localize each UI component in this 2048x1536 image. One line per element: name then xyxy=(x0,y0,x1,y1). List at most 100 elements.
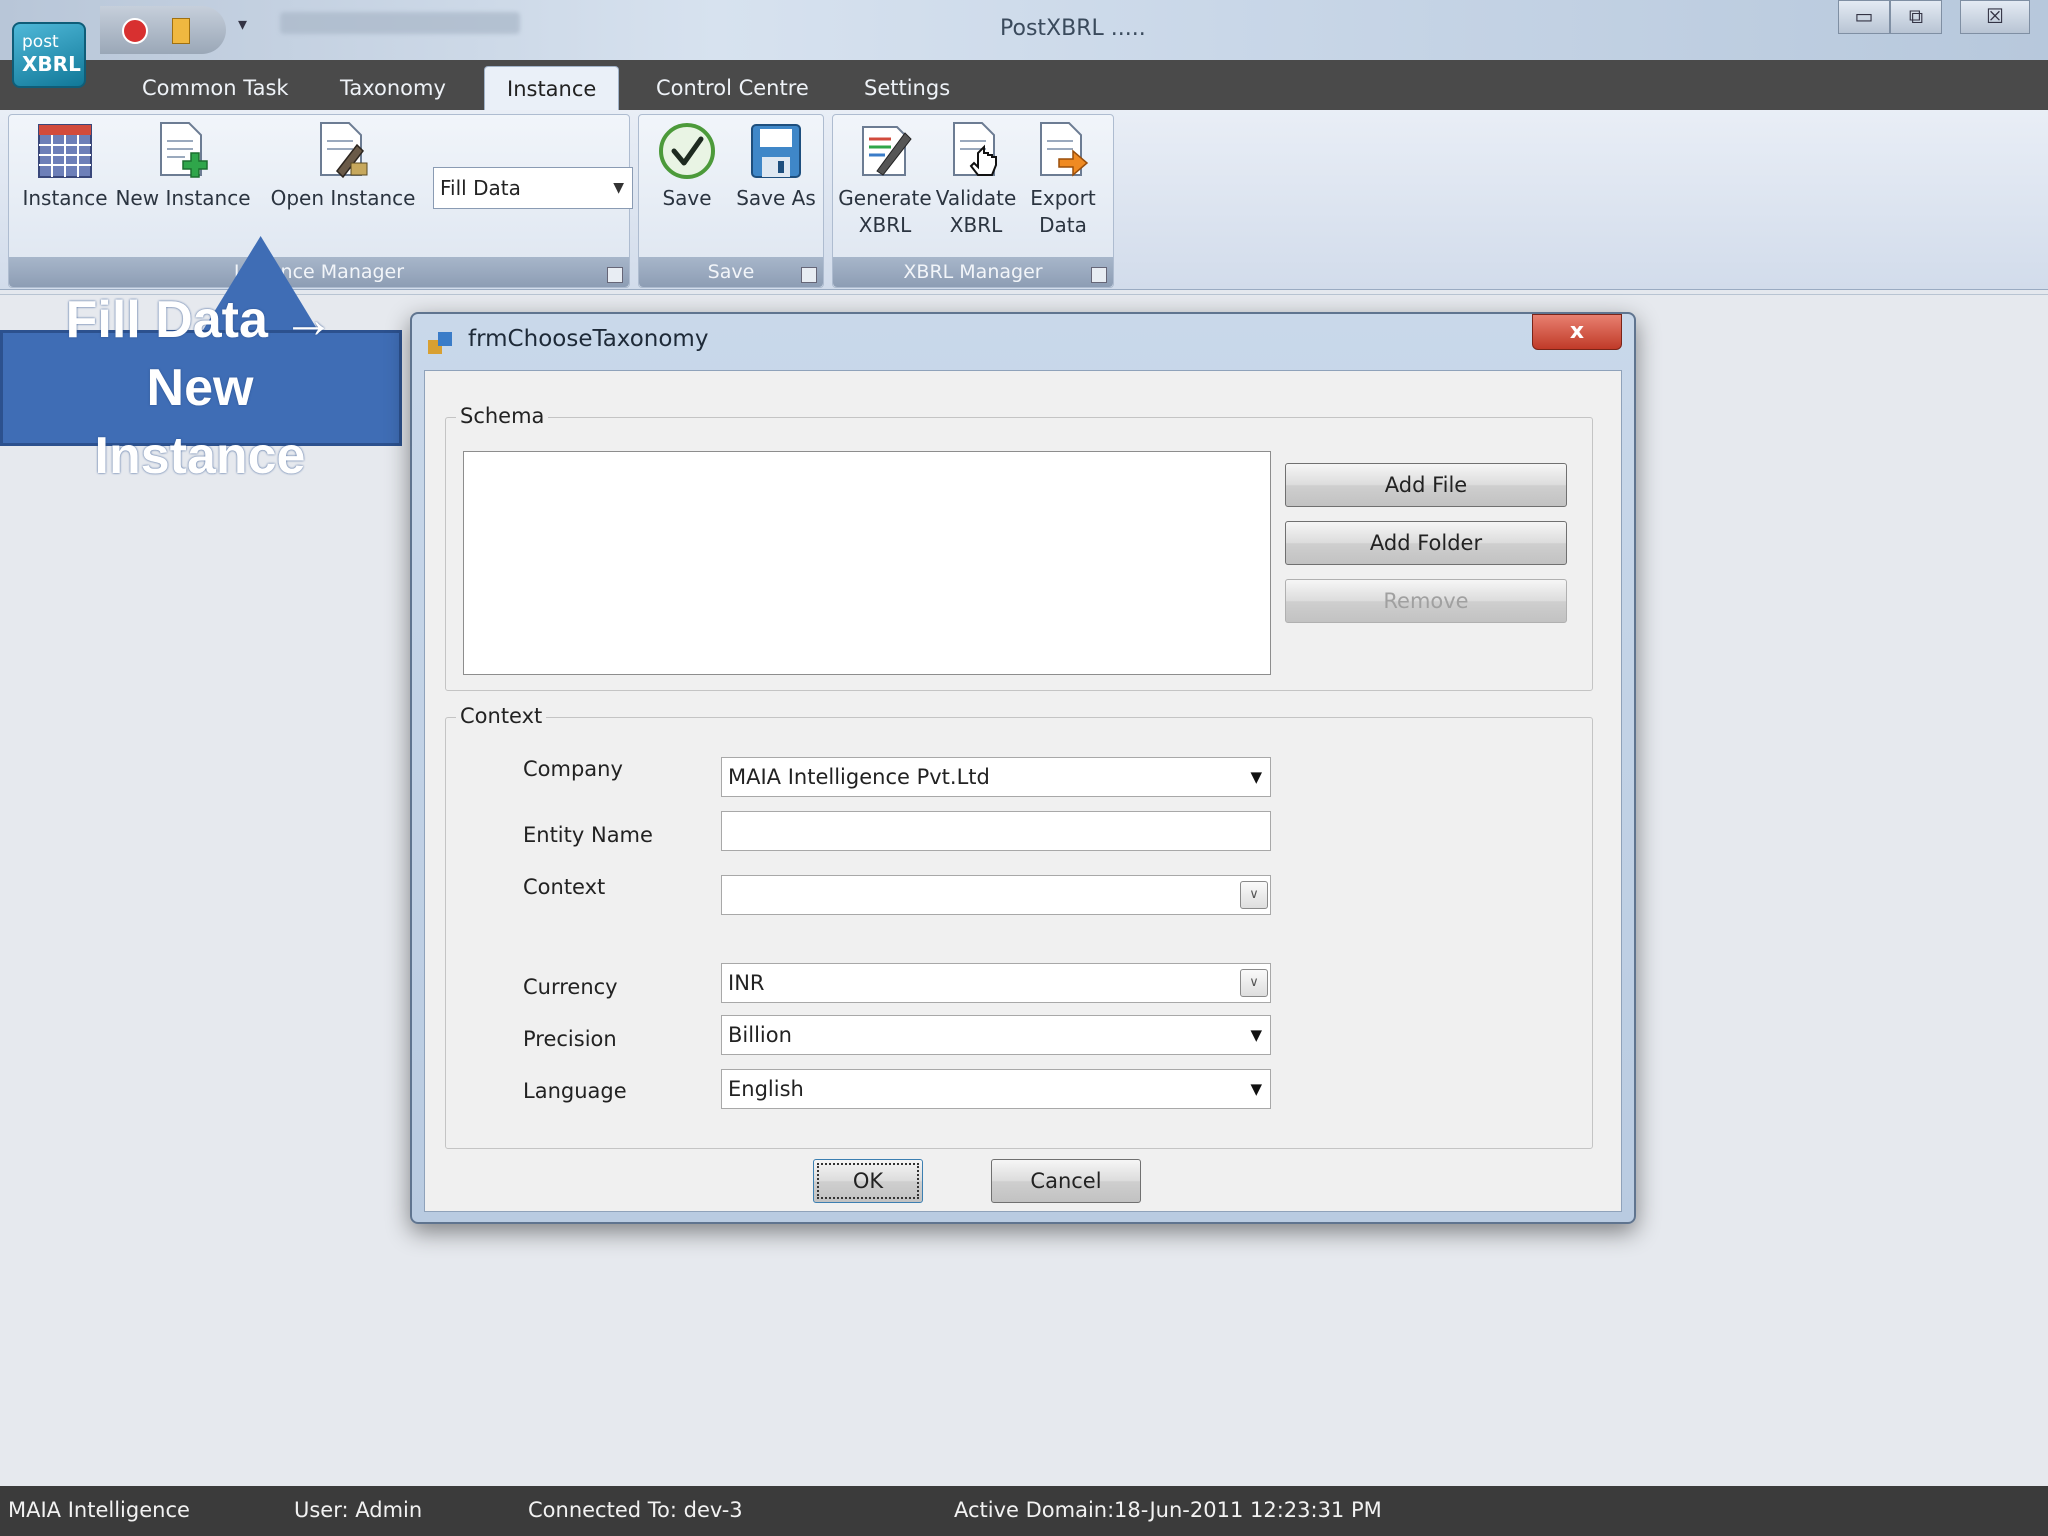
new-document-icon xyxy=(155,121,211,181)
note-icon[interactable] xyxy=(172,18,190,44)
status-organization: MAIA Intelligence xyxy=(8,1498,190,1522)
minimize-button[interactable]: ▭ xyxy=(1838,0,1890,34)
quick-access-toolbar xyxy=(100,6,226,54)
export-data-label-line1: Export xyxy=(1030,186,1096,210)
precision-label: Precision xyxy=(523,1027,617,1051)
group-launcher-icon[interactable] xyxy=(801,267,817,283)
floppy-disk-icon xyxy=(748,121,804,181)
schema-legend: Schema xyxy=(456,404,549,428)
new-instance-button-label: New Instance xyxy=(115,186,251,210)
group-launcher-icon[interactable] xyxy=(607,267,623,283)
close-window-button[interactable]: ☒ xyxy=(1960,0,2030,34)
tab-instance[interactable]: Instance xyxy=(484,66,620,110)
app-logo[interactable]: post XBRL xyxy=(12,22,86,88)
company-label: Company xyxy=(523,757,623,781)
context-legend: Context xyxy=(456,704,547,728)
language-select[interactable]: English ▼ xyxy=(721,1069,1271,1109)
context-label: Context xyxy=(523,875,606,899)
new-instance-button[interactable]: New Instance xyxy=(113,121,253,212)
generate-document-icon xyxy=(857,121,913,181)
logo-text-post: post xyxy=(22,32,59,52)
group-xbrl-manager: Generate XBRL Validate XBRL Export Data … xyxy=(832,114,1114,288)
callout-line-1: Fill Data → xyxy=(65,291,335,349)
callout-line-2: New xyxy=(146,359,254,417)
chevron-down-icon: ▼ xyxy=(613,180,624,196)
record-icon[interactable] xyxy=(122,18,148,44)
currency-label: Currency xyxy=(523,975,618,999)
chevron-down-icon: ▼ xyxy=(1250,1026,1262,1044)
status-datetime: 18-Jun-2011 12:23:31 PM xyxy=(1114,1498,1382,1522)
save-as-button[interactable]: Save As xyxy=(731,121,821,212)
ok-button[interactable]: OK xyxy=(813,1159,923,1203)
grid-icon xyxy=(37,121,93,181)
chevron-down-icon: ▼ xyxy=(1250,1080,1262,1098)
currency-select-value: INR xyxy=(728,971,765,995)
chevron-down-icon: ∨ xyxy=(1240,969,1268,997)
cancel-button[interactable]: Cancel xyxy=(991,1159,1141,1203)
save-button-label: Save xyxy=(662,186,712,210)
language-label: Language xyxy=(523,1079,627,1103)
validate-xbrl-label-line2: XBRL xyxy=(949,213,1003,237)
blurred-document-title xyxy=(280,12,520,34)
choose-taxonomy-dialog: frmChooseTaxonomy x Schema Add File Add … xyxy=(410,312,1636,1224)
entity-name-input[interactable] xyxy=(721,811,1271,851)
tab-settings[interactable]: Settings xyxy=(842,66,972,110)
chevron-down-icon: ∨ xyxy=(1240,881,1268,909)
customize-toolbar-icon[interactable]: ▾ xyxy=(238,14,247,35)
dialog-close-button[interactable]: x xyxy=(1532,314,1622,350)
save-as-button-label: Save As xyxy=(736,186,816,210)
dialog-client-area: Schema Add File Add Folder Remove Contex… xyxy=(424,370,1622,1212)
title-bar: ▾ PostXBRL ..... ▭ ⧉ ☒ xyxy=(0,0,2048,60)
group-save: Save Save As Save xyxy=(638,114,824,288)
generate-xbrl-button[interactable]: Generate XBRL xyxy=(833,121,937,239)
company-select-value: MAIA Intelligence Pvt.Ltd xyxy=(728,765,990,789)
group-launcher-icon[interactable] xyxy=(1091,267,1107,283)
language-select-value: English xyxy=(728,1077,804,1101)
status-bar: MAIA Intelligence User: Admin Connected … xyxy=(0,1486,2048,1536)
generate-xbrl-label-line2: XBRL xyxy=(858,213,912,237)
currency-select[interactable]: INR ∨ xyxy=(721,963,1271,1003)
checkmark-icon xyxy=(659,121,715,181)
status-active-domain-label: Active Domain: xyxy=(954,1498,1115,1522)
remove-button[interactable]: Remove xyxy=(1285,579,1567,623)
schema-file-list[interactable] xyxy=(463,451,1271,675)
group-label-xbrl-manager: XBRL Manager xyxy=(833,257,1113,287)
tab-control-centre[interactable]: Control Centre xyxy=(634,66,831,110)
add-file-button[interactable]: Add File xyxy=(1285,463,1567,507)
context-select[interactable]: ∨ xyxy=(721,875,1271,915)
chevron-down-icon: ▼ xyxy=(1250,768,1262,786)
open-instance-button-label: Open Instance xyxy=(270,186,416,210)
instance-button-label: Instance xyxy=(22,186,108,210)
logo-text-xbrl: XBRL xyxy=(22,52,81,76)
window-title: PostXBRL ..... xyxy=(1000,16,1146,41)
tab-taxonomy[interactable]: Taxonomy xyxy=(318,66,468,110)
restore-button[interactable]: ⧉ xyxy=(1890,0,1942,34)
dialog-title: frmChooseTaxonomy xyxy=(468,326,709,352)
validate-document-icon xyxy=(948,121,1004,181)
generate-xbrl-label-line1: Generate xyxy=(838,186,932,210)
company-select[interactable]: MAIA Intelligence Pvt.Ltd ▼ xyxy=(721,757,1271,797)
precision-select-value: Billion xyxy=(728,1023,792,1047)
fill-data-combo[interactable]: Fill Data ▼ xyxy=(433,167,633,209)
open-document-icon xyxy=(315,121,371,181)
export-document-icon xyxy=(1035,121,1091,181)
group-label-save: Save xyxy=(639,257,823,287)
validate-xbrl-label-line1: Validate xyxy=(935,186,1017,210)
ribbon-tab-strip: Common Task Taxonomy Instance Control Ce… xyxy=(0,60,2048,110)
add-folder-button[interactable]: Add Folder xyxy=(1285,521,1567,565)
precision-select[interactable]: Billion ▼ xyxy=(721,1015,1271,1055)
validate-xbrl-button[interactable]: Validate XBRL xyxy=(935,121,1017,239)
export-data-label-line2: Data xyxy=(1039,213,1087,237)
open-instance-button[interactable]: Open Instance xyxy=(263,121,423,212)
instance-button[interactable]: Instance xyxy=(15,121,115,212)
status-user: User: Admin xyxy=(294,1498,423,1522)
export-data-button[interactable]: Export Data xyxy=(1019,121,1107,239)
tab-common-task[interactable]: Common Task xyxy=(120,66,311,110)
callout-text: Fill Data → New Instance xyxy=(0,286,400,490)
fill-data-combo-value: Fill Data xyxy=(440,176,521,200)
entity-name-label: Entity Name xyxy=(523,823,653,847)
save-button[interactable]: Save xyxy=(647,121,727,212)
dialog-app-icon xyxy=(428,332,452,356)
callout-line-3: Instance xyxy=(94,427,306,485)
status-connection: Connected To: dev-3 xyxy=(528,1498,743,1522)
